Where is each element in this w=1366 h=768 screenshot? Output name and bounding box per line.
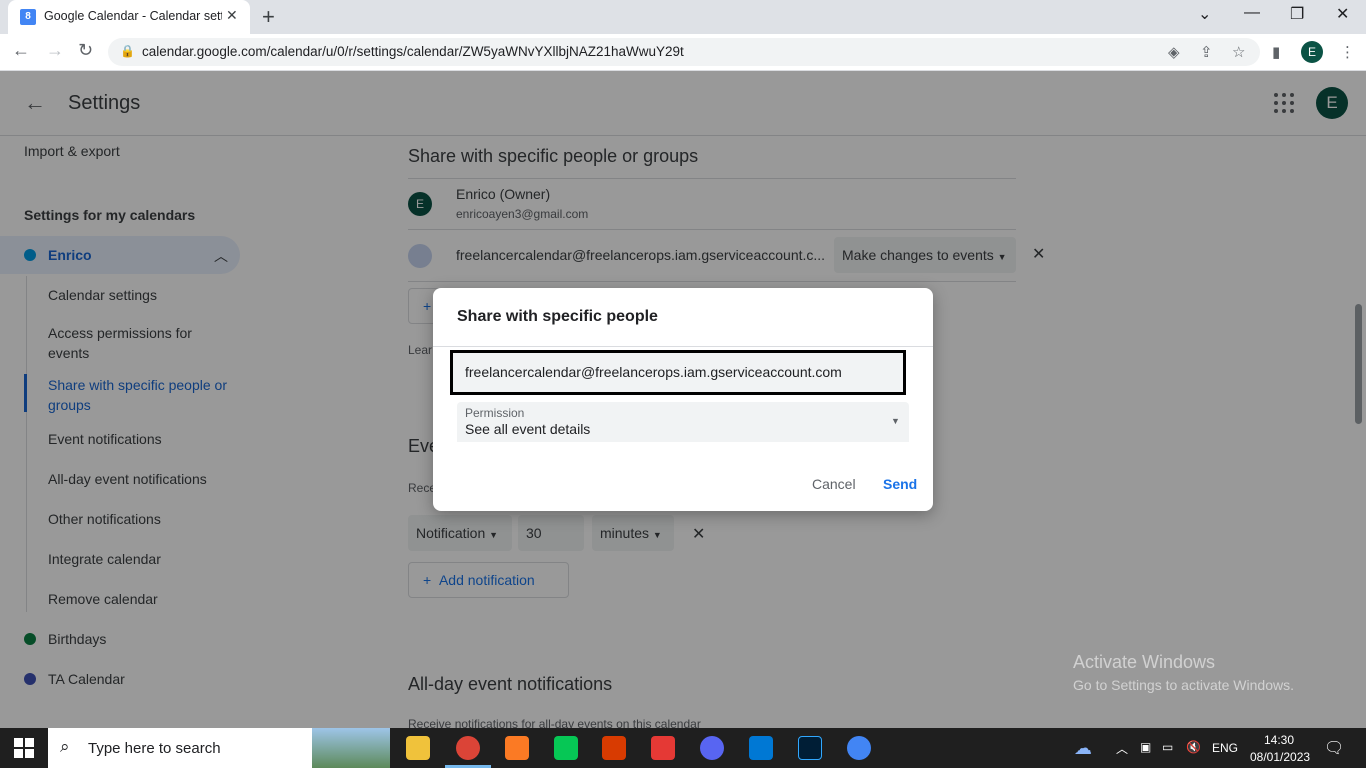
bookmark-star-icon[interactable]: ☆ bbox=[1232, 43, 1245, 61]
url-text[interactable]: calendar.google.com/calendar/u/0/r/setti… bbox=[142, 44, 684, 59]
lens-icon[interactable]: ◈ bbox=[1168, 43, 1180, 61]
photoshop-icon[interactable] bbox=[798, 736, 822, 760]
close-tab-icon[interactable]: ✕ bbox=[226, 7, 238, 24]
close-window-icon[interactable]: ✕ bbox=[1336, 4, 1349, 24]
browser-tab[interactable]: 8 Google Calendar - Calendar settings ✕ bbox=[8, 0, 250, 34]
wps-icon[interactable] bbox=[651, 736, 675, 760]
onedrive-icon[interactable]: ☁ bbox=[1074, 738, 1092, 759]
lock-icon[interactable]: 🔒 bbox=[120, 44, 135, 58]
send-button[interactable]: Send bbox=[883, 476, 917, 492]
clock-time[interactable]: 14:30 bbox=[1264, 733, 1294, 747]
new-tab-icon[interactable]: + bbox=[262, 4, 275, 30]
tab-search-chevron-icon[interactable]: ⌄ bbox=[1198, 4, 1211, 24]
office-icon[interactable] bbox=[602, 736, 626, 760]
browser-profile-avatar[interactable]: E bbox=[1301, 41, 1323, 63]
vscode-icon[interactable] bbox=[749, 736, 773, 760]
chrome-icon[interactable] bbox=[456, 736, 480, 760]
tab-title: Google Calendar - Calendar settings bbox=[44, 9, 222, 23]
battery-icon[interactable]: ▭ bbox=[1162, 740, 1173, 754]
notifications-icon[interactable]: 🗨 bbox=[1324, 738, 1344, 758]
side-panel-icon[interactable]: ▮ bbox=[1272, 43, 1280, 61]
file-explorer-icon[interactable] bbox=[406, 736, 430, 760]
taskbar-search-placeholder: Type here to search bbox=[88, 740, 221, 757]
calendar-favicon-icon: 8 bbox=[20, 9, 36, 25]
discord-icon[interactable] bbox=[700, 736, 724, 760]
clock-date[interactable]: 08/01/2023 bbox=[1250, 750, 1310, 764]
back-icon[interactable]: ← bbox=[12, 40, 30, 61]
permission-value: See all event details bbox=[465, 421, 591, 437]
dialog-divider bbox=[433, 346, 933, 347]
restore-icon[interactable]: ❐ bbox=[1290, 4, 1304, 24]
share-icon[interactable]: ⇪ bbox=[1200, 43, 1213, 61]
meet-icon[interactable]: ▣ bbox=[1140, 740, 1151, 754]
chrome-canary-icon[interactable] bbox=[847, 736, 871, 760]
search-icon: ⌕ bbox=[60, 737, 70, 756]
line-icon[interactable] bbox=[554, 736, 578, 760]
language-indicator[interactable]: ENG bbox=[1212, 741, 1238, 755]
forward-icon[interactable]: → bbox=[46, 40, 64, 61]
cancel-button[interactable]: Cancel bbox=[812, 476, 856, 492]
dropdown-arrow-icon: ▼ bbox=[891, 416, 900, 426]
more-menu-icon[interactable]: ⋮ bbox=[1340, 43, 1355, 61]
xampp-icon[interactable] bbox=[505, 736, 529, 760]
volume-muted-icon[interactable]: 🔇 bbox=[1186, 740, 1201, 754]
windows-start-icon[interactable] bbox=[14, 738, 34, 758]
reload-icon[interactable]: ↻ bbox=[78, 40, 93, 61]
dialog-title: Share with specific people bbox=[457, 308, 658, 325]
activation-watermark-title: Activate Windows bbox=[1073, 652, 1216, 672]
activation-watermark-subtitle: Go to Settings to activate Windows. bbox=[1073, 677, 1294, 693]
minimize-icon[interactable]: — bbox=[1244, 4, 1260, 22]
tray-chevron-icon[interactable]: ︿ bbox=[1116, 740, 1128, 757]
permission-label: Permission bbox=[465, 406, 525, 420]
search-highlight-image bbox=[312, 728, 390, 768]
email-input[interactable]: freelancercalendar@freelancerops.iam.gse… bbox=[450, 350, 906, 395]
